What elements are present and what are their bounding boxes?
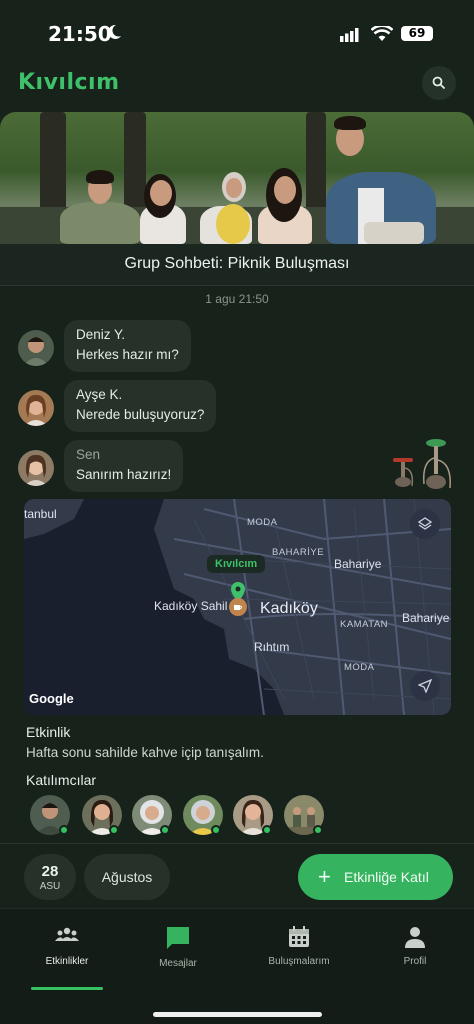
moon-icon: [106, 24, 122, 45]
app-logo: Kıvılcım: [18, 70, 120, 95]
map-label: MODA: [344, 662, 375, 673]
avatar[interactable]: [18, 330, 54, 366]
bottom-navigation: Etkinlikler Mesajlar Buluşmalarım Profil: [0, 908, 474, 1024]
online-status-dot: [160, 825, 170, 835]
battery-indicator: 69: [401, 26, 433, 41]
message-bubble: Ayşe K. Nerede buluşuyoruz?: [64, 380, 217, 432]
nav-label: Profil: [403, 956, 427, 967]
join-event-button[interactable]: + Etkinliğe Katıl: [298, 854, 453, 900]
map-label: Rıhtım: [254, 640, 290, 654]
home-indicator[interactable]: [153, 1012, 322, 1017]
chat-icon: [167, 927, 189, 949]
map-label: MODA: [247, 517, 278, 528]
message-sender: Ayşe K.: [76, 387, 123, 402]
join-event-label: Etkinliğe Katıl: [344, 869, 429, 885]
plus-icon: +: [318, 864, 331, 889]
status-time: 21:50: [48, 22, 112, 46]
chat-title: Grup Sohbeti: Piknik Buluşması: [0, 244, 474, 286]
search-icon: [432, 76, 446, 90]
layers-icon: [418, 517, 432, 530]
nav-label: Buluşmalarım: [268, 956, 330, 967]
online-status-dot: [59, 825, 69, 835]
message-text: Sanırım hazırız!: [76, 467, 172, 482]
navigation-arrow-icon: [418, 679, 432, 693]
map-locate-button[interactable]: [410, 671, 440, 701]
nav-item-profile[interactable]: Profil: [365, 925, 465, 967]
event-date-month: ASU: [39, 881, 61, 892]
calendar-icon: [289, 926, 309, 947]
hookah-icon: [418, 438, 454, 495]
month-chip[interactable]: Ağustos: [84, 854, 170, 900]
message-sender: Deniz Y.: [76, 327, 126, 342]
map-label: BAHARİYE: [272, 547, 325, 558]
nav-item-messages[interactable]: Mesajlar: [128, 925, 228, 969]
online-status-dot: [262, 825, 272, 835]
person-icon: [405, 927, 425, 948]
wifi-icon: [370, 24, 394, 47]
cellular-signal-icon: [340, 28, 360, 47]
search-button[interactable]: [422, 66, 456, 100]
map-label: KAMATAN: [340, 619, 389, 630]
group-icon: [55, 927, 79, 941]
active-tab-indicator: [31, 987, 103, 990]
hookah-icon: [390, 456, 416, 493]
message-bubble: Sen Sanırım hazırız!: [64, 440, 184, 492]
nav-label: Mesajlar: [159, 958, 197, 969]
google-logo: Google: [29, 691, 74, 706]
event-heading: Etkinlik: [26, 724, 71, 740]
group-photo: [0, 112, 474, 244]
map-label: Kadıköy: [260, 600, 318, 617]
online-status-dot: [211, 825, 221, 835]
nav-item-meetings[interactable]: Buluşmalarım: [249, 925, 349, 967]
event-description: Hafta sonu sahilde kahve içip tanışalım.: [26, 745, 264, 760]
status-bar: 21:50 69: [0, 0, 474, 64]
event-date-chip[interactable]: 28 ASU: [24, 854, 76, 900]
map-pin-label[interactable]: Kıvılcım: [207, 555, 266, 573]
map-label: Kadıköy Sahil: [154, 599, 228, 613]
message-text: Nerede buluşuyoruz?: [76, 407, 205, 422]
message-timestamp: 1 agu 21:50: [205, 292, 269, 306]
event-action-bar: 28 ASU Ağustos + Etkinliğe Katıl: [0, 843, 474, 907]
map-label: Bahariye: [402, 611, 450, 625]
event-map[interactable]: tanbul MODA BAHARİYE Bahariye Bahariye K…: [24, 499, 451, 715]
online-status-dot: [109, 825, 119, 835]
coffee-icon[interactable]: [229, 598, 247, 616]
avatar[interactable]: [18, 390, 54, 426]
participants-heading: Katılımcılar: [26, 772, 97, 788]
online-status-dot: [313, 825, 323, 835]
nav-label: Etkinlikler: [45, 956, 89, 967]
app-header: Kıvılcım: [0, 64, 474, 108]
map-label: Bahariye: [334, 557, 382, 571]
map-layers-button[interactable]: [410, 509, 440, 539]
nav-item-events[interactable]: Etkinlikler: [17, 925, 117, 967]
message-sender: Sen: [76, 447, 101, 462]
message-text: Herkes hazır mı?: [76, 347, 179, 362]
map-label: tanbul: [24, 507, 57, 521]
avatar[interactable]: [18, 450, 54, 486]
event-date-day: 28: [41, 863, 59, 880]
message-bubble: Deniz Y. Herkes hazır mı?: [64, 320, 191, 372]
